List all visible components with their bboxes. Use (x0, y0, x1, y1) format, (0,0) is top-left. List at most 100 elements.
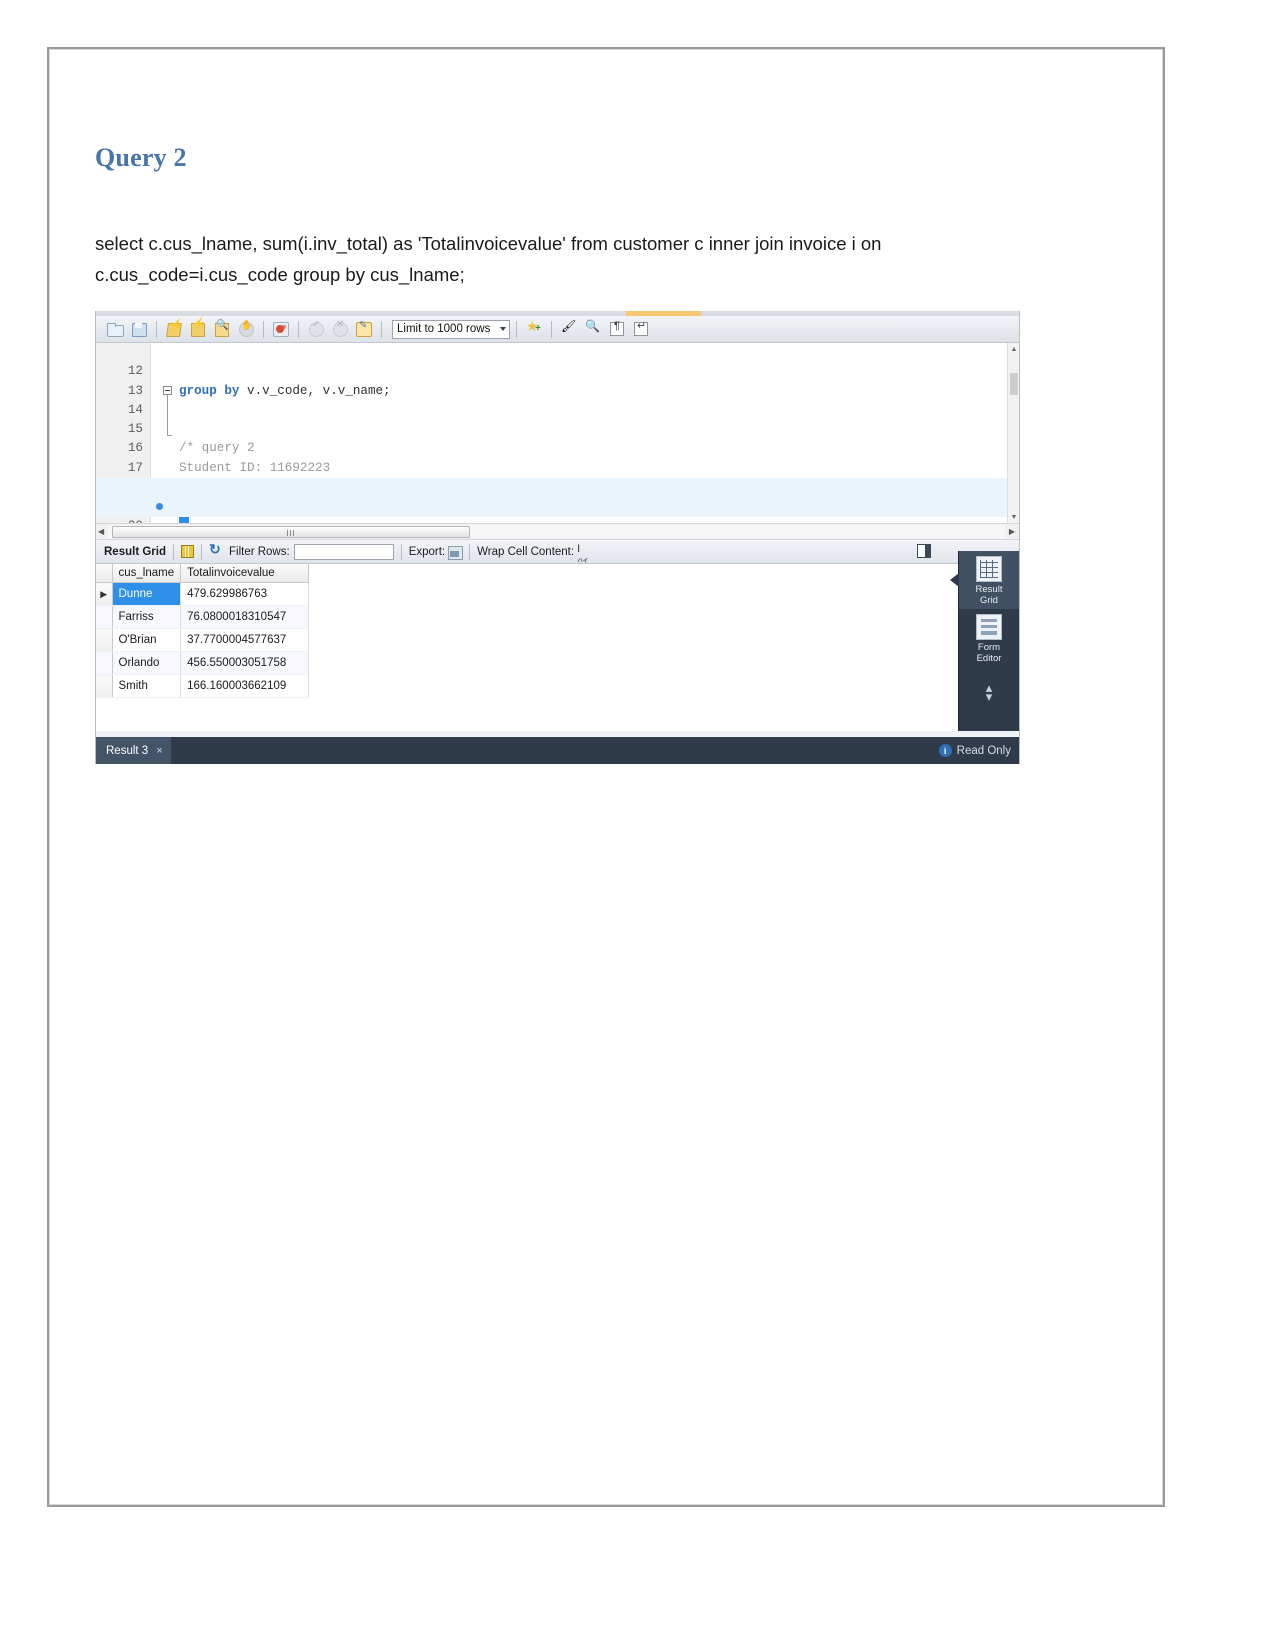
code-line[interactable]: 18 Teacher: Brett */ (96, 459, 1019, 513)
filter-rows-input[interactable] (293, 543, 394, 560)
result-tab[interactable]: Result 3 × (96, 737, 171, 764)
row-selector-icon[interactable] (96, 674, 113, 698)
sidebar-item-label: Grid (980, 595, 998, 606)
query-text-paragraph: select c.cus_lname, sum(i.inv_total) as … (95, 233, 882, 285)
statement-marker-icon[interactable] (156, 503, 163, 511)
page-title: Query 2 (95, 143, 187, 172)
wrap-cell-content-label: Wrap Cell Content: (477, 545, 575, 558)
table-row[interactable]: Farriss 76.0800018310547 (96, 605, 310, 629)
sql-code-editor[interactable]: 12 group by v.v_code, v.v_name; 13 14 /*… (96, 343, 1019, 523)
code-line[interactable]: 14 /* query 2 (96, 382, 1019, 455)
explain-statement-icon[interactable] (211, 319, 233, 340)
cell-cus-lname[interactable]: Dunne (112, 582, 182, 606)
code-line[interactable]: 17 Student Name: Jangam sai nitesh reddy (96, 440, 1019, 494)
form-editor-icon (976, 614, 1002, 640)
sidebar-expand-icon[interactable]: ▴ ▾ (959, 681, 1019, 703)
toggle-sidebar-icon[interactable] (917, 544, 931, 558)
info-icon[interactable]: i (938, 744, 952, 757)
refresh-icon[interactable] (209, 541, 223, 559)
scroll-left-icon[interactable]: ◀ (98, 527, 104, 536)
row-selector-icon[interactable]: ▶ (96, 582, 113, 606)
result-grid-title: Result Grid (104, 545, 166, 558)
editor-vertical-scroll-thumb[interactable] (1010, 373, 1018, 395)
code-line[interactable]: 19 (96, 478, 1019, 523)
fold-toggle-icon[interactable] (163, 385, 172, 395)
filter-rows-label: Filter Rows: (228, 545, 290, 558)
rg-separator-4 (469, 543, 471, 560)
table-row[interactable]: Smith 166.160003662109 (96, 674, 310, 698)
execute-current-statement-icon[interactable] (187, 319, 209, 340)
editor-horizontal-scroll-thumb[interactable] (112, 526, 470, 538)
cell-cus-lname[interactable]: O'Brian (112, 628, 182, 652)
toggle-snippets-icon[interactable] (523, 319, 545, 340)
toolbar-separator-6 (551, 320, 552, 338)
scroll-up-icon[interactable]: ▲ (1008, 343, 1019, 355)
toggle-invisible-characters-icon[interactable] (606, 319, 628, 340)
rg-separator-2 (200, 543, 202, 560)
scroll-right-icon[interactable]: ▶ (1009, 527, 1015, 536)
sidebar-item-label: Form (977, 642, 1001, 653)
cell-totalinvoicevalue[interactable]: 37.7700004577637 (180, 628, 310, 652)
stop-execution-icon (235, 319, 257, 340)
sidebar-item-label: Result (975, 584, 1003, 595)
open-file-icon[interactable] (104, 319, 126, 340)
result-status-bar: Result 3 × i Read Only (96, 737, 1019, 764)
rollback-transaction-icon (329, 319, 351, 340)
sql-editor-toolbar: Limit to 1000 rows (96, 316, 1019, 343)
result-tab-label: Result 3 (106, 744, 149, 757)
beautify-query-icon[interactable] (558, 319, 580, 340)
column-header-cus-lname[interactable]: cus_lname (112, 564, 182, 583)
cell-cus-lname[interactable]: Smith (112, 674, 182, 698)
export-recordset-icon[interactable] (448, 545, 464, 560)
save-file-icon[interactable] (128, 319, 150, 340)
column-header-totalinvoicevalue[interactable]: Totalinvoicevalue (180, 564, 310, 583)
cell-totalinvoicevalue[interactable]: 456.550003051758 (180, 651, 310, 675)
result-grid-toolbar: Result Grid Filter Rows: Export: Wrap Ce… (96, 540, 1019, 571)
editor-vertical-scrollbar[interactable]: ▲ ▼ (1007, 343, 1019, 523)
rg-separator-1 (172, 543, 174, 560)
toggle-stop-on-error-icon[interactable] (270, 319, 292, 340)
row-selector-icon[interactable] (96, 628, 113, 652)
cell-totalinvoicevalue[interactable]: 166.160003662109 (180, 674, 310, 698)
sidebar-item-result-grid[interactable]: Result Grid (959, 551, 1019, 609)
code-line[interactable]: 20 select c.cus_lname, sum(i.inv_total) … (96, 497, 1019, 523)
code-line[interactable]: 15 (96, 401, 1019, 436)
code-line[interactable]: 13 (96, 362, 1019, 398)
execute-statement-icon[interactable] (163, 319, 185, 340)
read-only-label: Read Only (956, 744, 1011, 757)
wrap-cell-content-icon[interactable] (577, 543, 591, 571)
toolbar-separator-4 (381, 320, 382, 338)
commit-transaction-icon (305, 319, 327, 340)
row-limit-select[interactable]: Limit to 1000 rows (392, 319, 510, 339)
table-row[interactable]: O'Brian 37.7700004577637 (96, 628, 310, 652)
toggle-autocommit-icon[interactable] (353, 319, 375, 340)
toolbar-separator-1 (156, 320, 157, 338)
code-line[interactable]: 16 Student ID: 11692223 (96, 420, 1019, 474)
close-icon[interactable]: × (156, 745, 162, 757)
mysql-workbench-screenshot: Limit to 1000 rows 12 group by v.v_code,… (95, 311, 1020, 764)
sidebar-pointer-icon (950, 573, 959, 587)
fetch-rows-icon[interactable] (180, 545, 194, 558)
export-label: Export: (408, 545, 446, 558)
scroll-down-icon[interactable]: ▼ (1008, 511, 1019, 523)
sidebar-item-form-editor[interactable]: Form Editor (959, 609, 1019, 667)
cell-cus-lname[interactable]: Orlando (112, 651, 182, 675)
find-icon[interactable] (582, 319, 604, 340)
row-selector-icon[interactable] (96, 651, 113, 675)
toolbar-separator-3 (298, 320, 299, 338)
cell-cus-lname[interactable]: Farriss (112, 605, 182, 629)
editor-horizontal-scrollbar[interactable]: ◀ ▶ (96, 523, 1019, 540)
toolbar-separator-5 (516, 320, 517, 338)
code-line[interactable]: 12 group by v.v_code, v.v_name; (96, 343, 1019, 397)
status-right-group: i Read Only (938, 744, 1019, 757)
result-grid-icon (976, 556, 1002, 582)
result-view-sidebar: Result Grid Form Editor ▴ ▾ (950, 551, 1019, 731)
table-row[interactable]: Orlando 456.550003051758 (96, 651, 310, 675)
table-row[interactable]: ▶ Dunne 479.629986763 (96, 582, 310, 606)
toggle-word-wrap-icon[interactable] (630, 319, 652, 340)
result-grid-area[interactable]: cus_lname Totalinvoicevalue ▶ Dunne 479.… (96, 564, 1019, 731)
table-header-row: cus_lname Totalinvoicevalue (96, 564, 310, 583)
cell-totalinvoicevalue[interactable]: 479.629986763 (180, 582, 310, 606)
row-selector-icon[interactable] (96, 605, 113, 629)
cell-totalinvoicevalue[interactable]: 76.0800018310547 (180, 605, 310, 629)
